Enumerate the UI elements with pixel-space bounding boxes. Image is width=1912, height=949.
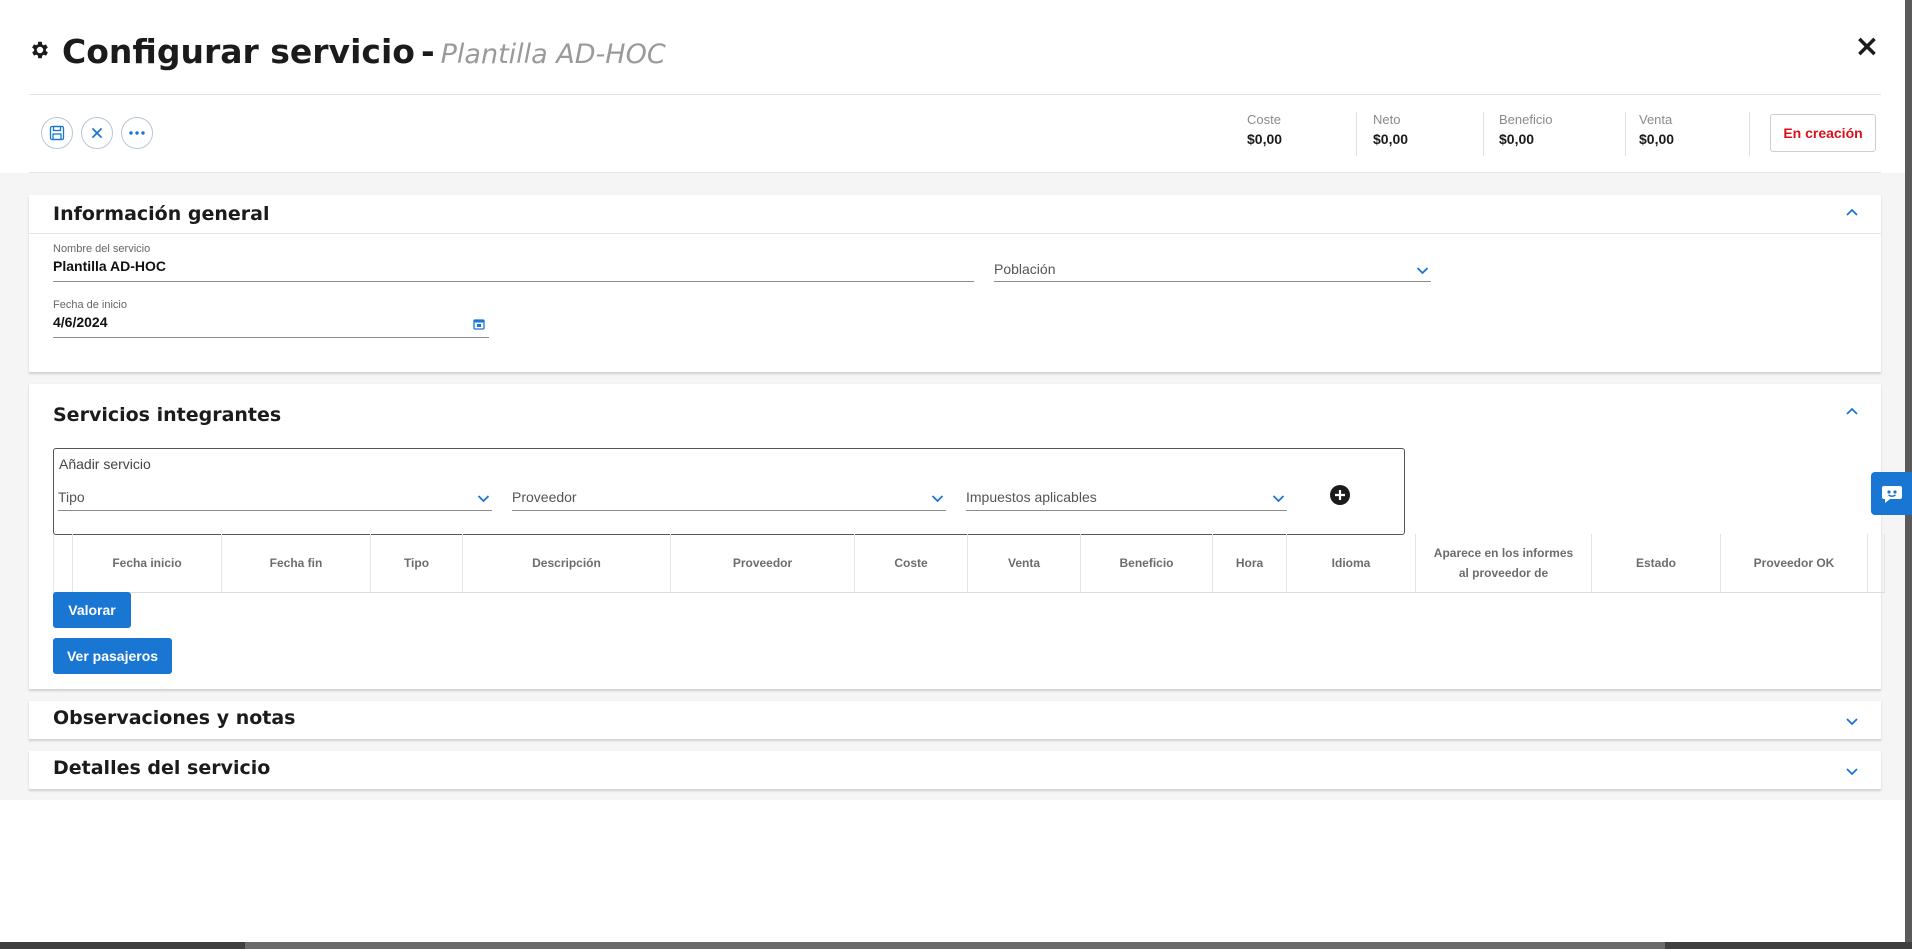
column-header[interactable]: Proveedor	[670, 534, 854, 592]
column-header[interactable]: Tipo	[370, 534, 462, 592]
chevron-up-icon[interactable]	[1845, 406, 1859, 416]
field-underline	[966, 510, 1287, 511]
column-header[interactable]: Estado	[1591, 534, 1720, 592]
tipo-select[interactable]: Tipo	[58, 489, 492, 511]
metric-value: $0,00	[1499, 131, 1535, 147]
metric-coste: Coste $0,00	[1247, 112, 1282, 147]
add-service-box: Añadir servicio Tipo Proveedor Impuestos…	[53, 448, 1405, 535]
column-header[interactable]: Aparece en los informes al proveedor de	[1415, 534, 1591, 592]
status-badge[interactable]: En creación	[1770, 114, 1876, 152]
field-value: 4/6/2024	[53, 314, 108, 330]
metric-value: $0,00	[1639, 131, 1675, 147]
metric-venta: Venta $0,00	[1639, 112, 1674, 147]
section-title: Observaciones y notas	[53, 707, 296, 729]
more-options-button[interactable]	[121, 117, 153, 149]
gear-icon	[32, 41, 48, 59]
add-circle-icon[interactable]	[1329, 484, 1351, 506]
field-label: Nombre del servicio	[53, 243, 151, 255]
page-title-text: Configurar servicio	[62, 32, 415, 71]
valorar-button[interactable]: Valorar	[53, 592, 131, 628]
chevron-down-icon	[1416, 267, 1429, 275]
column-header[interactable]: Proveedor OK	[1720, 534, 1867, 592]
chevron-up-icon[interactable]	[1845, 207, 1859, 217]
service-details-section[interactable]: Detalles del servicio	[29, 751, 1881, 790]
metric-beneficio: Beneficio $0,00	[1499, 112, 1552, 147]
chat-bot-icon	[1881, 485, 1902, 503]
member-services-section: Servicios integrantes Añadir servicio Ti…	[29, 384, 1885, 690]
field-underline	[58, 510, 492, 511]
section-divider	[29, 233, 1881, 234]
services-table-header: Fecha inicio Fecha fin Tipo Descripción …	[53, 534, 1885, 593]
title-dash: -	[420, 32, 435, 71]
general-info-section: Información general Nombre del servicio …	[29, 195, 1881, 373]
close-button[interactable]: ×	[1853, 32, 1881, 64]
chevron-down-icon[interactable]	[1845, 716, 1859, 726]
more-icon	[129, 131, 145, 135]
table-header-select	[53, 534, 72, 592]
impuestos-select[interactable]: Impuestos aplicables	[966, 489, 1287, 511]
field-underline	[53, 337, 489, 338]
scrollbar-thumb[interactable]	[245, 942, 1665, 949]
start-date-field[interactable]: Fecha de inicio 4/6/2024	[53, 299, 489, 339]
field-placeholder: Tipo	[58, 489, 85, 505]
column-header[interactable]: Fecha fin	[221, 534, 370, 592]
toolbar: Coste $0,00 Neto $0,00 Beneficio $0,00 V…	[29, 96, 1881, 173]
calendar-icon[interactable]	[473, 318, 485, 330]
column-header[interactable]: Idioma	[1286, 534, 1415, 592]
metric-label: Venta	[1639, 112, 1673, 127]
proveedor-select[interactable]: Proveedor	[512, 489, 946, 511]
service-name-field[interactable]: Nombre del servicio Plantilla AD-HOC	[53, 243, 974, 283]
field-placeholder: Proveedor	[512, 489, 577, 505]
chevron-down-icon	[931, 495, 944, 503]
column-header[interactable]: Hora	[1212, 534, 1286, 592]
column-header[interactable]: Coste	[854, 534, 967, 592]
section-title: Servicios integrantes	[53, 404, 282, 426]
page-title: Configurar servicio - Plantilla AD-HOC	[62, 32, 666, 71]
section-title: Información general	[53, 203, 270, 225]
save-button[interactable]	[41, 117, 73, 149]
column-header[interactable]: Descripción	[462, 534, 670, 592]
metric-label: Coste	[1247, 112, 1281, 127]
metric-label: Neto	[1373, 112, 1401, 127]
page-subtitle: Plantilla AD-HOC	[440, 39, 666, 70]
column-header[interactable]: Fecha inicio	[72, 534, 221, 592]
cancel-button[interactable]	[81, 117, 113, 149]
view-passengers-button[interactable]: Ver pasajeros	[53, 638, 172, 674]
feedback-button[interactable]	[1871, 472, 1912, 515]
close-icon	[92, 128, 102, 138]
metric-divider	[1356, 112, 1357, 156]
table-header-end	[1867, 534, 1885, 592]
poblacion-select[interactable]: Población	[994, 261, 1431, 283]
save-icon	[49, 125, 65, 141]
modal-header: Configurar servicio - Plantilla AD-HOC ×	[29, 30, 1881, 95]
notes-section[interactable]: Observaciones y notas	[29, 701, 1881, 740]
section-title: Detalles del servicio	[53, 757, 271, 779]
field-placeholder: Impuestos aplicables	[966, 489, 1097, 505]
chevron-down-icon	[477, 495, 490, 503]
metric-divider	[1483, 112, 1484, 156]
field-underline	[53, 281, 974, 282]
field-value: Plantilla AD-HOC	[53, 258, 167, 274]
metric-divider	[1625, 112, 1626, 156]
chevron-down-icon	[1272, 495, 1285, 503]
metric-divider	[1749, 112, 1750, 156]
column-header[interactable]: Beneficio	[1080, 534, 1212, 592]
field-placeholder: Población	[994, 261, 1056, 277]
metric-neto: Neto $0,00	[1373, 112, 1408, 147]
configure-service-modal: Configurar servicio - Plantilla AD-HOC × C…	[0, 0, 1905, 942]
metric-value: $0,00	[1373, 131, 1409, 147]
column-header[interactable]: Venta	[967, 534, 1080, 592]
chevron-down-icon[interactable]	[1845, 766, 1859, 776]
field-underline	[994, 281, 1431, 282]
field-underline	[512, 510, 946, 511]
add-service-title: Añadir servicio	[59, 456, 151, 472]
metric-label: Beneficio	[1499, 112, 1553, 127]
metric-value: $0,00	[1247, 131, 1283, 147]
field-label: Fecha de inicio	[53, 299, 127, 311]
